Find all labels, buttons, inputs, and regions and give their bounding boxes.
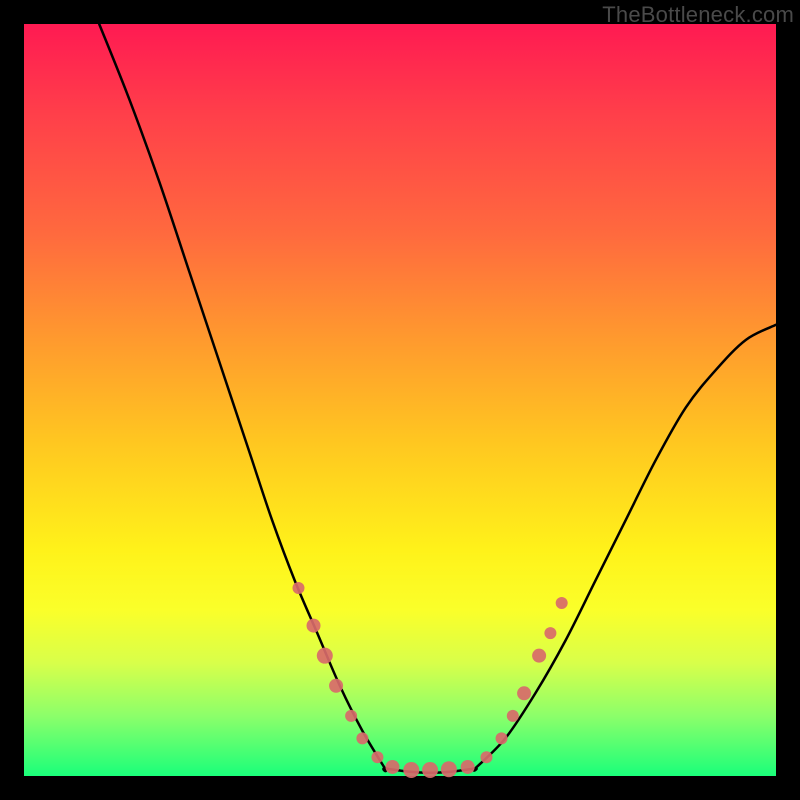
watermark-text: TheBottleneck.com (602, 2, 794, 28)
curve-path (99, 24, 776, 773)
curve-markers (292, 582, 567, 778)
curve-marker (507, 710, 519, 722)
curve-marker (496, 732, 508, 744)
curve-marker (317, 648, 333, 664)
chart-frame (24, 24, 776, 776)
curve-marker (356, 732, 368, 744)
curve-marker (441, 761, 457, 777)
curve-marker (517, 686, 531, 700)
curve-marker (556, 597, 568, 609)
curve-marker (307, 619, 321, 633)
curve-marker (544, 627, 556, 639)
chart-overlay (24, 24, 776, 776)
curve-marker (461, 760, 475, 774)
curve-marker (329, 679, 343, 693)
curve-marker (403, 762, 419, 778)
curve-marker (292, 582, 304, 594)
curve-marker (480, 751, 492, 763)
curve-marker (532, 649, 546, 663)
curve-marker (385, 760, 399, 774)
curve-marker (345, 710, 357, 722)
curve-marker (422, 762, 438, 778)
bottleneck-curve (99, 24, 776, 773)
curve-marker (371, 751, 383, 763)
